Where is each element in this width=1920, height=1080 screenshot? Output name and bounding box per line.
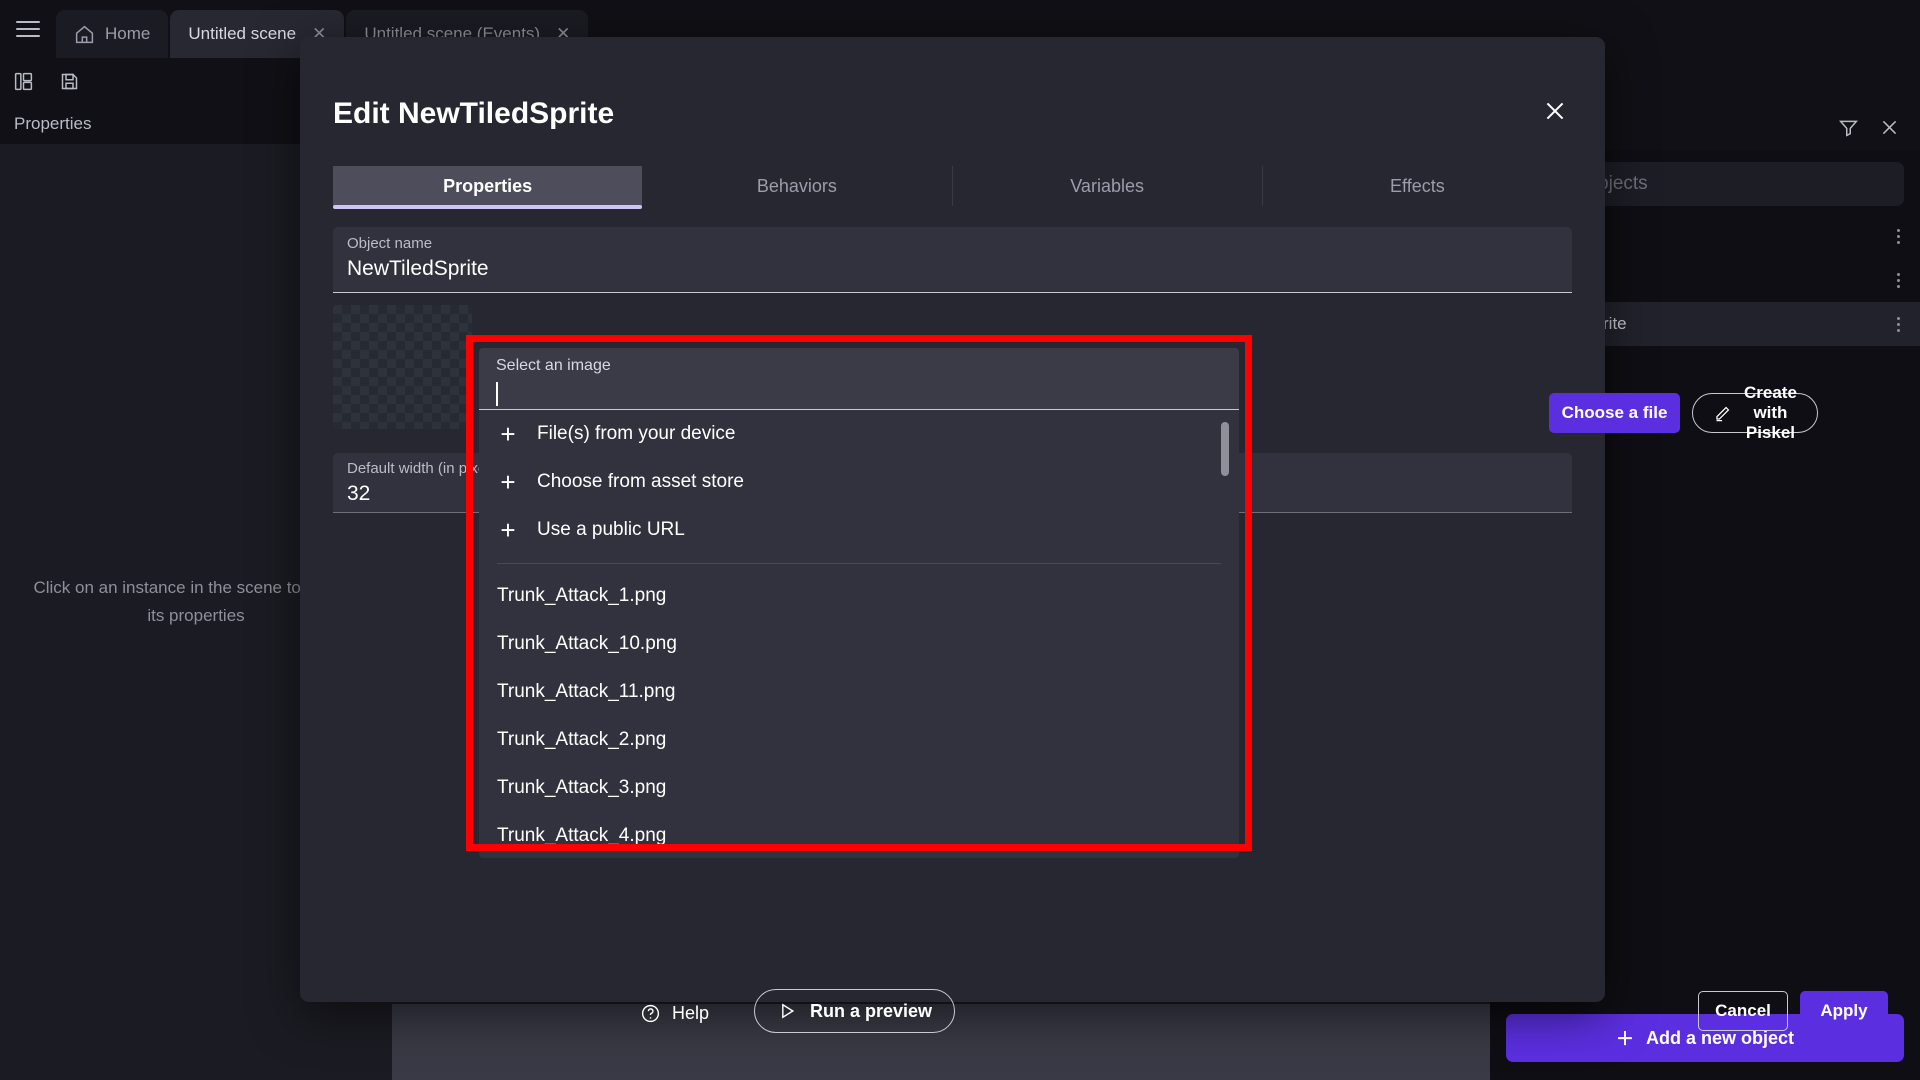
list-item[interactable]: Trunk_Attack_1.png [479,572,1239,620]
file-name: Trunk_Attack_10.png [497,633,677,655]
tab-label: Variables [1070,176,1144,197]
cancel-button[interactable]: Cancel [1698,991,1788,1031]
tab-properties[interactable]: Properties [333,166,642,206]
menu-item-asset-store[interactable]: + Choose from asset store [479,458,1239,506]
object-thumbnail-preview[interactable] [333,305,472,429]
select-image-autocomplete: Select an image + File(s) from your devi… [479,348,1239,858]
tab-label: Properties [443,176,532,197]
tab-label: Effects [1390,176,1445,197]
home-icon [74,24,95,45]
help-link[interactable]: Help [640,1003,709,1024]
close-icon[interactable] [1539,95,1571,127]
choose-a-file-button[interactable]: Choose a file [1549,393,1680,433]
help-label: Help [672,1003,709,1024]
list-item[interactable]: Trunk_Attack_3.png [479,764,1239,812]
select-image-label: Select an image [496,357,1222,375]
dropdown-scrollbar-track[interactable] [1226,416,1234,852]
plus-icon: ＋ [1616,1025,1634,1051]
list-item[interactable]: Trunk_Attack_11.png [479,668,1239,716]
list-item[interactable]: Trunk_Attack_4.png [479,812,1239,858]
plus-icon: + [499,421,517,447]
tab-variables[interactable]: Variables [953,166,1263,206]
create-with-piskel-button[interactable]: Create with Piskel [1692,393,1818,433]
tab-effects[interactable]: Effects [1263,166,1572,206]
piskel-label: Create with Piskel [1744,383,1797,443]
text-caret [496,382,498,406]
file-name: Trunk_Attack_3.png [497,777,666,799]
tab-home[interactable]: Home [56,10,168,58]
file-name: Trunk_Attack_2.png [497,729,666,751]
menu-item-file-from-device[interactable]: + File(s) from your device [479,410,1239,458]
play-icon [777,1001,797,1021]
select-image-dropdown: + File(s) from your device + Choose from… [479,410,1239,858]
tab-label: Behaviors [757,176,837,197]
list-item[interactable]: Trunk_Attack_2.png [479,716,1239,764]
file-name: Trunk_Attack_4.png [497,825,666,847]
tab-label: Home [105,24,150,44]
plus-icon: + [499,469,517,495]
preview-label: Run a preview [810,1001,932,1022]
menu-divider [497,563,1221,564]
file-name: Trunk_Attack_11.png [497,681,676,703]
more-options-icon[interactable] [1897,273,1900,288]
object-name-field[interactable]: Object name NewTiledSprite [333,227,1572,293]
more-options-icon[interactable] [1897,317,1900,332]
filter-icon[interactable] [1838,117,1859,138]
menu-item-label: Use a public URL [537,519,685,541]
save-icon[interactable] [46,58,92,104]
menu-item-public-url[interactable]: + Use a public URL [479,506,1239,554]
panel-layout-icon[interactable] [0,58,46,104]
file-name: Trunk_Attack_1.png [497,585,666,607]
dropdown-scrollbar-thumb[interactable] [1221,422,1229,476]
tab-behaviors[interactable]: Behaviors [642,166,952,206]
hamburger-menu-icon[interactable] [0,0,56,58]
field-value: NewTiledSprite [347,257,1558,281]
plus-icon: + [499,517,517,543]
tab-label: Untitled scene [188,24,296,44]
menu-item-label: File(s) from your device [537,423,736,445]
more-options-icon[interactable] [1897,229,1900,244]
pencil-icon [1713,404,1732,423]
list-item[interactable]: Trunk_Attack_10.png [479,620,1239,668]
run-a-preview-button[interactable]: Run a preview [754,989,955,1033]
close-icon[interactable] [1879,117,1900,138]
app-root: Home Untitled scene ✕ Untitled scene (Ev… [0,0,1920,1080]
field-label: Object name [347,235,1558,252]
question-circle-icon [640,1003,661,1024]
apply-button[interactable]: Apply [1800,991,1888,1031]
select-image-field[interactable]: Select an image [479,348,1239,410]
dialog-tabs: Properties Behaviors Variables Effects [333,166,1572,206]
dialog-title: Edit NewTiledSprite [333,97,614,131]
menu-item-label: Choose from asset store [537,471,744,493]
